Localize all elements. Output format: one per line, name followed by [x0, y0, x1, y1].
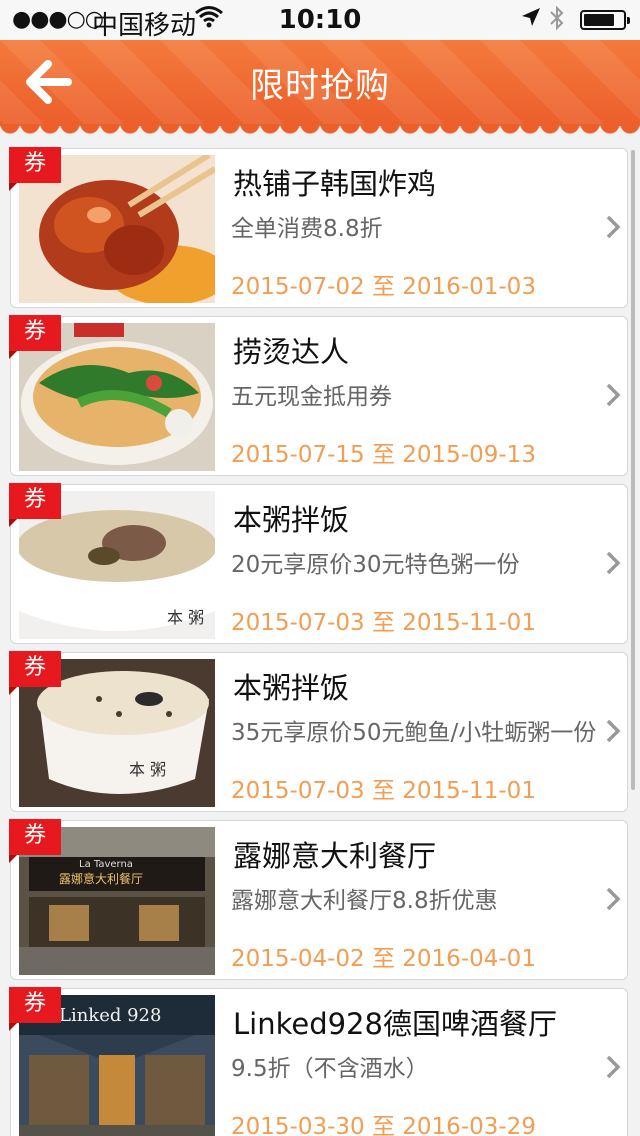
deal-date-range: 2015-04-02 至 2016-04-01: [231, 946, 536, 972]
coupon-tag: 券: [9, 987, 61, 1031]
chevron-right-icon: [606, 383, 621, 407]
clock: 10:10: [278, 5, 362, 35]
deal-card[interactable]: 本 粥 券 本粥拌饭 20元享原价30元特色粥一份 2015-07-03 至 2…: [9, 483, 628, 644]
coupon-tag: 券: [9, 651, 61, 695]
deal-card[interactable]: 券 热铺子韩国炸鸡 全单消费8.8折 2015-07-02 至 2016-01-…: [9, 147, 628, 308]
deal-description: 9.5折（不含酒水）: [231, 1056, 429, 1082]
deal-description: 35元享原价50元鲍鱼/小牡蛎粥一份: [231, 720, 597, 746]
deal-card[interactable]: 本 粥 券 本粥拌饭 35元享原价50元鲍鱼/小牡蛎粥一份 2015-07-03…: [9, 651, 628, 812]
deal-date-range: 2015-07-02 至 2016-01-03: [231, 274, 536, 300]
chevron-right-icon: [606, 719, 621, 743]
status-bar: ●●●○○ 中国移动 10:10: [0, 0, 640, 41]
svg-text:本 粥: 本 粥: [129, 760, 166, 779]
deal-date-range: 2015-07-03 至 2015-11-01: [231, 778, 536, 804]
chevron-right-icon: [606, 551, 621, 575]
deal-description: 20元享原价30元特色粥一份: [231, 552, 520, 578]
deal-card[interactable]: Linked 928 券 Linked928德国啤酒餐厅 9.5折（不含酒水） …: [9, 987, 628, 1136]
deal-date-range: 2015-07-15 至 2015-09-13: [231, 442, 536, 468]
page-title: 限时抢购: [250, 66, 390, 106]
deal-description: 全单消费8.8折: [231, 216, 383, 242]
deal-date-range: 2015-07-03 至 2015-11-01: [231, 610, 536, 636]
nav-bar: 限时抢购: [0, 40, 640, 136]
deal-description: 露娜意大利餐厅8.8折优惠: [231, 888, 498, 914]
coupon-tag: 券: [9, 483, 61, 527]
deal-title: 露娜意大利餐厅: [233, 839, 437, 873]
sign-text-cn: 露娜意大利餐厅: [59, 871, 143, 886]
chevron-right-icon: [606, 887, 621, 911]
bluetooth-icon: [549, 4, 565, 38]
coupon-tag: 券: [9, 147, 61, 191]
deal-list[interactable]: 券 热铺子韩国炸鸡 全单消费8.8折 2015-07-02 至 2016-01-…: [0, 138, 640, 1136]
sign-text: Linked 928: [59, 1005, 161, 1026]
deal-title: 热铺子韩国炸鸡: [233, 167, 437, 201]
svg-text:本 粥: 本 粥: [167, 608, 204, 627]
chevron-right-icon: [606, 215, 621, 239]
coupon-tag: 券: [9, 315, 61, 359]
deal-date-range: 2015-03-30 至 2016-03-29: [231, 1114, 536, 1136]
deal-card[interactable]: 券 捞烫达人 五元现金抵用券 2015-07-15 至 2015-09-13: [9, 315, 628, 476]
deal-description: 五元现金抵用券: [231, 384, 392, 410]
deal-title: 捞烫达人: [233, 335, 350, 369]
scrollbar[interactable]: [631, 150, 635, 790]
deal-card[interactable]: La Taverna 露娜意大利餐厅 券 露娜意大利餐厅 露娜意大利餐厅8.8折…: [9, 819, 628, 980]
chevron-right-icon: [606, 1055, 621, 1079]
deal-title: 本粥拌饭: [233, 503, 350, 537]
location-arrow-icon: [520, 6, 542, 34]
battery-icon: [580, 10, 630, 30]
coupon-tag: 券: [9, 819, 61, 863]
sign-text-en: La Taverna: [79, 859, 133, 870]
deal-title: Linked928德国啤酒餐厅: [233, 1007, 557, 1041]
deal-title: 本粥拌饭: [233, 671, 350, 705]
nav-scallop-edge: [0, 124, 640, 136]
